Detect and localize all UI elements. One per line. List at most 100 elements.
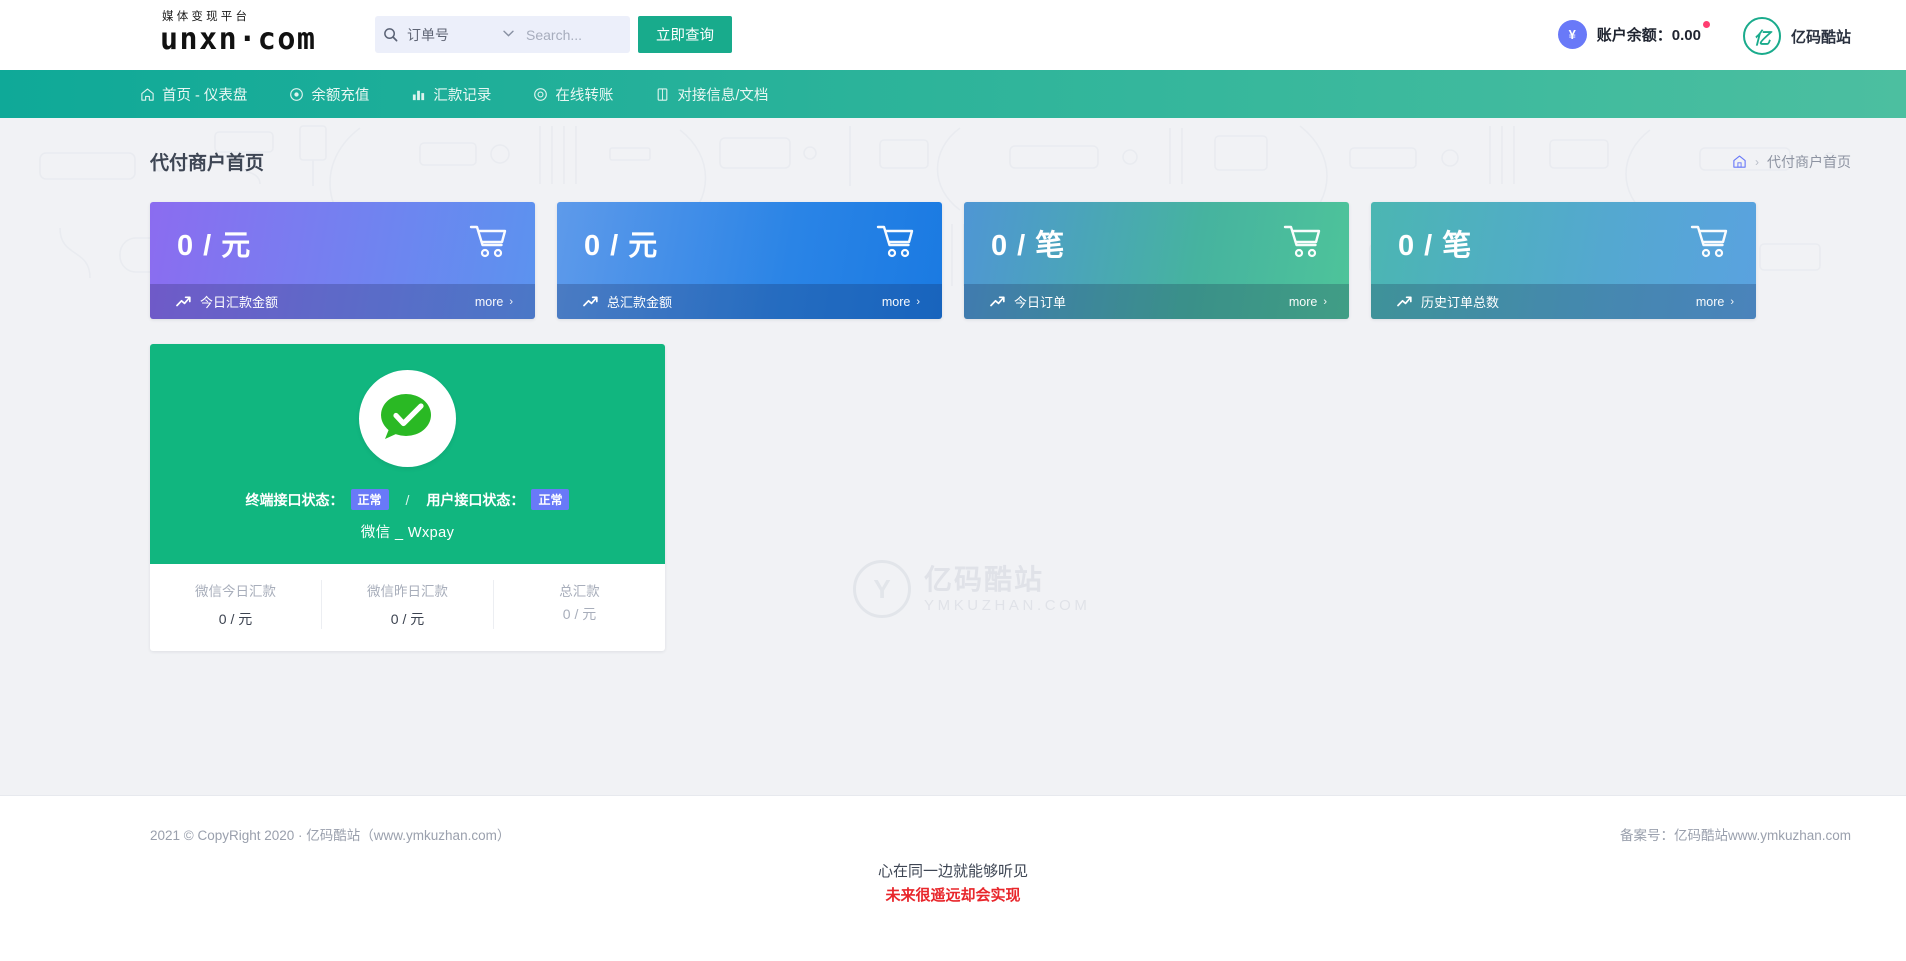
stat-card-history-orders[interactable]: 0 / 笔 历史订单总数 more › — [1371, 202, 1756, 319]
terminal-status-badge: 正常 — [351, 489, 389, 510]
brand-account[interactable]: 亿 亿码酷站 — [1743, 17, 1851, 55]
logo-wordmark: unxn·com — [160, 24, 317, 55]
stat-label: 历史订单总数 — [1421, 292, 1499, 311]
stat-label: 总汇款金额 — [607, 292, 672, 311]
stat-card-row: 0 / 元 今日汇款金额 more › — [0, 175, 1906, 319]
user-status-label: 用户接口状态： — [426, 490, 524, 510]
main-nav: 首页 - 仪表盘 余额充值 汇款记录 在线转账 对接信息/文档 — [0, 70, 1906, 118]
bar-chart-icon — [411, 87, 426, 102]
nav-label: 余额充值 — [311, 84, 369, 105]
book-icon — [655, 87, 670, 102]
nav-item-recharge[interactable]: 余额充值 — [289, 84, 369, 105]
channel-name: 微信 _ Wxpay — [150, 521, 665, 542]
account-balance[interactable]: ¥ 账户余额：0.00 — [1558, 20, 1701, 49]
trend-up-icon — [583, 296, 598, 307]
top-header: 媒体变现平台 unxn·com 订单号 立即查询 ¥ 账户余额：0.00 亿 亿… — [0, 0, 1906, 70]
nav-label: 汇款记录 — [433, 84, 491, 105]
wechat-channel-panel: 终端接口状态： 正常 / 用户接口状态： 正常 微信 _ Wxpay 微信今日汇… — [150, 344, 665, 651]
chevron-right-icon: › — [1323, 296, 1327, 308]
cart-icon — [1690, 223, 1730, 264]
stat-value: 0 / 元 — [150, 609, 321, 629]
wechat-check-icon — [359, 370, 456, 467]
balance-label: 账户余额： — [1597, 27, 1672, 44]
notification-dot-icon — [1703, 21, 1710, 28]
breadcrumb-separator: › — [1755, 155, 1759, 169]
chevron-down-icon[interactable] — [503, 29, 514, 40]
channel-stats: 微信今日汇款 0 / 元 微信昨日汇款 0 / 元 总汇款 0 / 元 — [150, 564, 665, 651]
stat-value: 0 / 元 — [177, 222, 251, 264]
search-input[interactable] — [524, 26, 628, 44]
stat-card-top: 0 / 笔 — [1371, 202, 1756, 284]
stat-value: 0 / 元 — [322, 609, 493, 629]
page-header-row: 代付商户首页 › 代付商户首页 — [0, 118, 1906, 175]
stat-card-bottom: 总汇款金额 more › — [557, 284, 942, 319]
stat-more-link[interactable]: more › — [882, 295, 920, 309]
page-title: 代付商户首页 — [150, 148, 264, 175]
footer-record-number: 备案号：亿码酷站www.ymkuzhan.com — [1620, 824, 1851, 844]
brand-name: 亿码酷站 — [1791, 26, 1851, 47]
stat-more-link[interactable]: more › — [475, 295, 513, 309]
stat-card-top: 0 / 元 — [150, 202, 535, 284]
search-submit-button[interactable]: 立即查询 — [638, 16, 732, 53]
content-area: 代付商户首页 › 代付商户首页 0 / 元 — [0, 118, 1906, 796]
stat-card-bottom: 历史订单总数 more › — [1371, 284, 1756, 319]
cart-icon — [469, 223, 509, 264]
footer-slogan-line2: 未来很遥远却会实现 — [0, 884, 1906, 908]
footer-copyright: 2021 © CopyRight 2020 · 亿码酷站（www.ymkuzha… — [150, 824, 510, 844]
channel-stat-yesterday: 微信昨日汇款 0 / 元 — [322, 580, 494, 629]
nav-item-remittance-records[interactable]: 汇款记录 — [411, 84, 491, 105]
stat-card-bottom: 今日订单 more › — [964, 284, 1349, 319]
stat-more-text: more — [475, 295, 503, 309]
nav-item-online-transfer[interactable]: 在线转账 — [533, 84, 613, 105]
terminal-status-label: 终端接口状态： — [246, 490, 344, 510]
stat-label-wrap: 今日汇款金额 — [176, 292, 278, 311]
circle-dot-icon — [289, 87, 304, 102]
balance-text: 账户余额：0.00 — [1597, 24, 1701, 45]
stat-more-link[interactable]: more › — [1696, 295, 1734, 309]
chevron-right-icon: › — [1730, 296, 1734, 308]
nav-item-docs[interactable]: 对接信息/文档 — [655, 84, 768, 105]
brand-logo-icon: 亿 — [1743, 17, 1781, 55]
interface-status-row: 终端接口状态： 正常 / 用户接口状态： 正常 — [150, 489, 665, 510]
stat-key: 微信今日汇款 — [150, 580, 321, 600]
search-type-select[interactable]: 订单号 — [405, 25, 503, 45]
chevron-right-icon: › — [916, 296, 920, 308]
stat-more-text: more — [882, 295, 910, 309]
stat-card-today-orders[interactable]: 0 / 笔 今日订单 more › — [964, 202, 1349, 319]
balance-amount: 0.00 — [1672, 27, 1701, 44]
breadcrumb-home-icon[interactable] — [1732, 154, 1747, 169]
trend-up-icon — [990, 296, 1005, 307]
stat-label: 今日订单 — [1014, 292, 1066, 311]
nav-item-dashboard[interactable]: 首页 - 仪表盘 — [140, 84, 247, 105]
stat-key: 微信昨日汇款 — [322, 580, 493, 600]
search-box[interactable]: 订单号 — [375, 16, 630, 53]
stat-value: 0 / 元 — [584, 222, 658, 264]
trend-up-icon — [1397, 296, 1412, 307]
nav-label: 在线转账 — [555, 84, 613, 105]
stat-label-wrap: 今日订单 — [990, 292, 1066, 311]
channel-stat-total: 总汇款 0 / 元 — [494, 580, 665, 629]
stat-more-link[interactable]: more › — [1289, 295, 1327, 309]
stat-card-today-remittance-amount[interactable]: 0 / 元 今日汇款金额 more › — [150, 202, 535, 319]
site-logo[interactable]: 媒体变现平台 unxn·com — [160, 11, 317, 55]
channel-stat-today: 微信今日汇款 0 / 元 — [150, 580, 322, 629]
trend-up-icon — [176, 296, 191, 307]
yen-icon: ¥ — [1558, 20, 1587, 49]
stat-value: 0 / 笔 — [1398, 222, 1472, 264]
stat-label: 今日汇款金额 — [200, 292, 278, 311]
stat-more-text: more — [1289, 295, 1317, 309]
stat-card-total-remittance-amount[interactable]: 0 / 元 总汇款金额 more › — [557, 202, 942, 319]
nav-label: 首页 - 仪表盘 — [162, 84, 247, 105]
search-icon — [375, 27, 405, 42]
channel-panel-row: 终端接口状态： 正常 / 用户接口状态： 正常 微信 _ Wxpay 微信今日汇… — [0, 319, 1906, 651]
target-icon — [533, 87, 548, 102]
stat-card-top: 0 / 元 — [557, 202, 942, 284]
stat-card-bottom: 今日汇款金额 more › — [150, 284, 535, 319]
footer-slogan: 心在同一边就能够听见 未来很遥远却会实现 — [0, 860, 1906, 908]
chevron-right-icon: › — [509, 296, 513, 308]
stat-card-top: 0 / 笔 — [964, 202, 1349, 284]
status-divider: / — [406, 492, 410, 508]
cart-icon — [1283, 223, 1323, 264]
stat-more-text: more — [1696, 295, 1724, 309]
stat-key: 总汇款 — [494, 580, 665, 600]
